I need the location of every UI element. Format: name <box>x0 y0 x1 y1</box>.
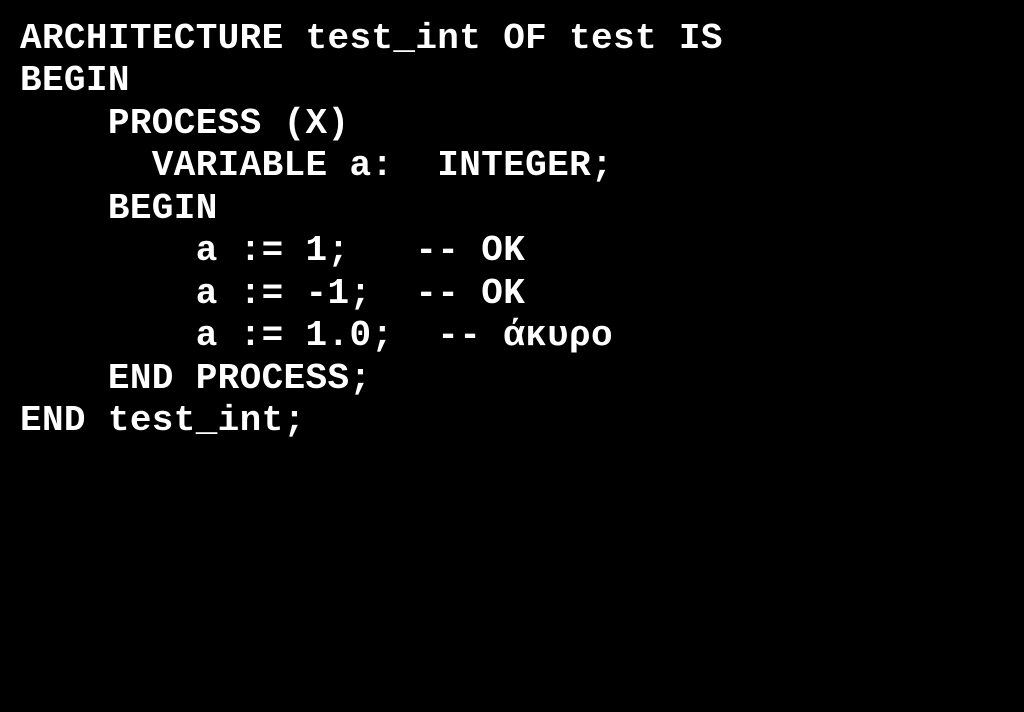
code-line-9: END PROCESS; <box>20 358 1004 400</box>
code-line-4: VARIABLE a: INTEGER; <box>20 145 1004 187</box>
code-line-10: END test_int; <box>20 400 1004 442</box>
code-line-6: a := 1; -- OK <box>20 230 1004 272</box>
code-line-1: ARCHITECTURE test_int OF test IS <box>20 18 1004 60</box>
code-line-8: a := 1.0; -- άκυρο <box>20 315 1004 357</box>
code-line-5: BEGIN <box>20 188 1004 230</box>
code-line-2: BEGIN <box>20 60 1004 102</box>
code-line-7: a := -1; -- OK <box>20 273 1004 315</box>
code-display: ARCHITECTURE test_int OF test IS BEGIN P… <box>0 0 1024 712</box>
code-line-3: PROCESS (X) <box>20 103 1004 145</box>
